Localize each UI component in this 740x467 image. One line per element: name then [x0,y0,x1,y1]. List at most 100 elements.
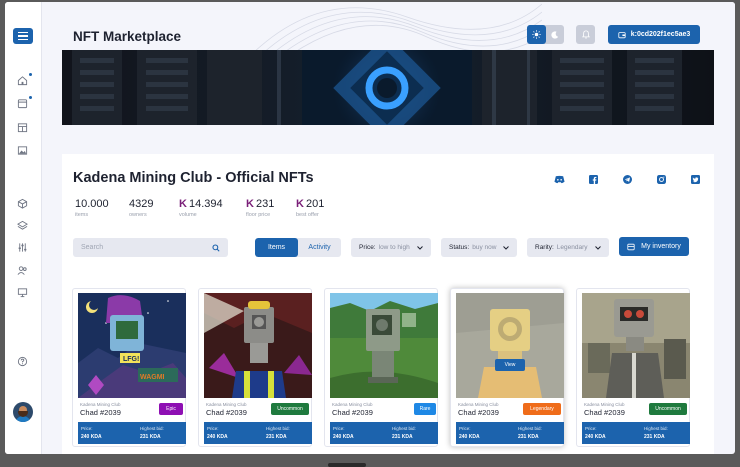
cube-icon [17,198,28,209]
sidebar-item-help[interactable] [17,356,28,367]
price-label: Price: [81,426,93,431]
nft-card[interactable]: View Kadena Mining Club Chad #2039 Legen… [450,288,564,447]
wallet-icon [618,31,626,38]
twitter-icon [690,174,700,184]
menu-toggle-button[interactable] [13,28,33,44]
monitor-icon [17,288,28,298]
instagram-link[interactable] [644,173,678,185]
hamburger-icon-line [18,31,28,34]
telegram-icon [622,174,632,184]
sidebar-item-users[interactable] [17,265,28,276]
stat-label: best offer [296,212,319,218]
layers-icon [17,220,28,230]
dropdown-key: Status: [449,244,470,251]
header-decoration [251,3,542,54]
dark-mode-button[interactable] [546,25,565,44]
facebook-link[interactable] [576,173,610,185]
svg-text:WAGMI: WAGMI [140,374,165,381]
stat-value: 201 [305,198,325,210]
nft-image [582,293,690,398]
discord-link[interactable] [542,173,576,185]
notifications-button[interactable] [576,25,595,44]
home-icon [17,76,28,86]
stat-value: 10.000 [75,198,109,210]
search-icon [212,243,220,252]
collection-title: Kadena Mining Club - Official NFTs [73,170,314,186]
nft-card[interactable]: Kadena Mining Club Chad #2039 Rare Price… [324,288,438,447]
sidebar-item-gallery[interactable] [17,145,28,156]
discord-icon [553,175,565,183]
image-icon [17,146,28,155]
sliders-icon [18,243,27,252]
highest-bid-label: Highest bid: [644,426,668,431]
sidebar-item-calendar[interactable] [17,122,28,133]
sidebar-item-filters[interactable] [17,242,28,253]
sidebar [5,2,42,454]
nft-collection-name: Kadena Mining Club [332,402,373,407]
my-inventory-button[interactable]: My inventory [619,237,689,256]
svg-text:LFG!: LFG! [123,356,139,363]
status-filter-dropdown[interactable]: Status: buy now [441,238,517,257]
calendar-icon [17,123,28,133]
rarity-badge: Uncommon [271,403,309,415]
highest-bid-value: 231 KDA [518,434,539,440]
sun-icon [532,30,541,39]
light-mode-button[interactable] [527,25,546,44]
stat-label: floor price [246,212,271,218]
tab-items[interactable]: Items [255,238,298,257]
sidebar-item-store[interactable] [17,98,28,109]
tab-activity[interactable]: Activity [298,238,341,257]
price-value: 240 KDA [81,434,102,440]
price-value: 240 KDA [207,434,228,440]
inventory-icon [627,243,635,250]
chevron-down-icon [417,245,423,250]
user-avatar[interactable] [13,402,33,422]
nft-image: LFG! WAGMI [78,293,186,398]
price-value: 240 KDA [459,434,480,440]
nft-card[interactable]: Kadena Mining Club Chad #2039 Uncommon P… [198,288,312,447]
nft-collection-name: Kadena Mining Club [458,402,499,407]
search-input[interactable]: Search [73,238,228,257]
stat-owners: 4329 owners [129,198,153,218]
chevron-down-icon [595,245,601,250]
nft-name: Chad #2039 [206,408,247,417]
store-icon [17,99,28,109]
stat-value: 14.394 [188,198,223,210]
resize-handle[interactable] [328,463,366,467]
view-button[interactable]: View [495,359,525,371]
nft-image [330,293,438,398]
kda-icon: K [179,198,187,210]
sidebar-item-monitor[interactable] [17,287,28,298]
nft-card[interactable]: LFG! WAGMI Kadena Mining Club Chad #2039… [72,288,186,447]
facebook-icon [588,174,598,184]
highest-bid-value: 231 KDA [266,434,287,440]
highest-bid-label: Highest bid: [392,426,416,431]
nft-image: View [456,293,564,398]
sidebar-item-collections[interactable] [17,198,28,209]
rarity-badge: Legendary [523,403,561,415]
kda-icon: K [246,198,254,210]
sidebar-item-layers[interactable] [17,220,28,231]
dropdown-key: Price: [359,244,376,251]
nft-card[interactable]: Kadena Mining Club Chad #2039 Uncommon P… [576,288,690,447]
highest-bid-label: Highest bid: [518,426,542,431]
nft-collection-name: Kadena Mining Club [80,402,121,407]
stat-floor-price: K 231 floor price [246,198,274,218]
wallet-button[interactable]: k:0cd202f1ec5ae3 [608,25,700,44]
view-tabs: Items Activity [255,238,341,257]
rarity-filter-dropdown[interactable]: Rarity: Legendary [527,238,609,257]
telegram-link[interactable] [610,173,644,185]
stat-volume: K 14.394 volume [179,198,223,218]
dropdown-value: buy now [472,244,497,251]
app-window: NFT Marketplace k:0cd202f1ec5ae3 Kadena … [5,2,735,454]
price-label: Price: [207,426,219,431]
theme-toggle[interactable] [527,25,564,44]
price-sort-dropdown[interactable]: Price: low to high [351,238,431,257]
twitter-link[interactable] [678,173,712,185]
sidebar-item-home[interactable] [17,75,28,86]
dropdown-value: low to high [378,244,410,251]
price-label: Price: [585,426,597,431]
stat-items: 10.000 items [75,198,109,218]
collection-banner [62,50,714,125]
nft-image [204,293,312,398]
